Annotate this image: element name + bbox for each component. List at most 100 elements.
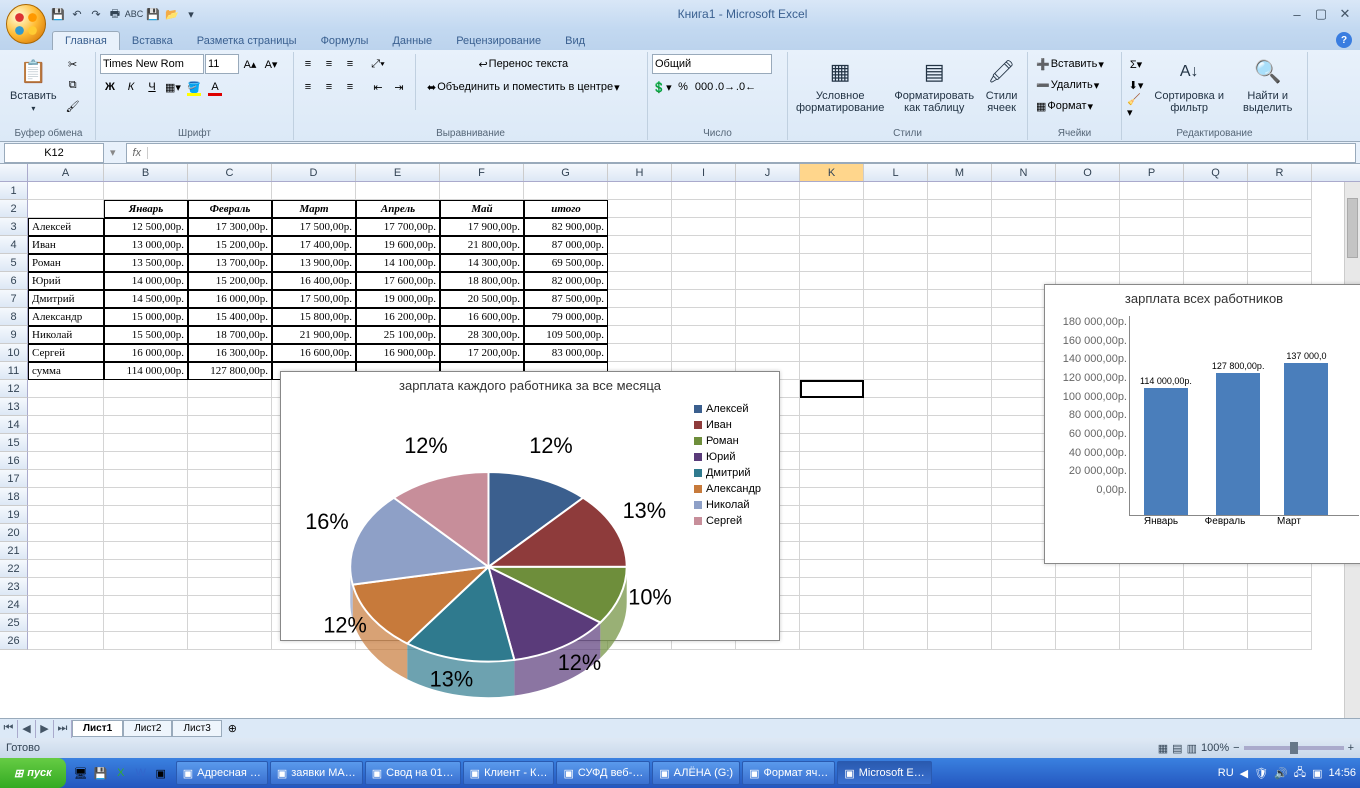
cell-K14[interactable] xyxy=(800,416,864,434)
cell-I1[interactable] xyxy=(672,182,736,200)
cell-R23[interactable] xyxy=(1248,578,1312,596)
select-all-corner[interactable] xyxy=(0,164,28,181)
cell-G9[interactable]: 109 500,00р. xyxy=(524,326,608,344)
row-header-4[interactable]: 4 xyxy=(0,236,28,254)
cell-B3[interactable]: 12 500,00р. xyxy=(104,218,188,236)
cell-F8[interactable]: 16 600,00р. xyxy=(440,308,524,326)
cell-I7[interactable] xyxy=(672,290,736,308)
bar-chart[interactable]: зарплата всех работников 180 000,00р.160… xyxy=(1044,284,1360,564)
cell-L2[interactable] xyxy=(864,200,928,218)
cell-C9[interactable]: 18 700,00р. xyxy=(188,326,272,344)
cell-J8[interactable] xyxy=(736,308,800,326)
ribbon-tab-Данные[interactable]: Данные xyxy=(380,32,444,50)
cell-M16[interactable] xyxy=(928,452,992,470)
cell-C17[interactable] xyxy=(188,470,272,488)
cell-C2[interactable]: Февраль xyxy=(188,200,272,218)
cell-M8[interactable] xyxy=(928,308,992,326)
cell-M2[interactable] xyxy=(928,200,992,218)
cell-K19[interactable] xyxy=(800,506,864,524)
cell-B1[interactable] xyxy=(104,182,188,200)
cell-B22[interactable] xyxy=(104,560,188,578)
cell-A2[interactable] xyxy=(28,200,104,218)
copy-icon[interactable]: ⧉ xyxy=(63,75,83,95)
row-header-13[interactable]: 13 xyxy=(0,398,28,416)
cell-A20[interactable] xyxy=(28,524,104,542)
row-header-16[interactable]: 16 xyxy=(0,452,28,470)
col-header-L[interactable]: L xyxy=(864,164,928,181)
cell-F5[interactable]: 14 300,00р. xyxy=(440,254,524,272)
cell-D2[interactable]: Март xyxy=(272,200,356,218)
cell-Q2[interactable] xyxy=(1184,200,1248,218)
restore-button[interactable]: ▢ xyxy=(1310,6,1332,22)
row-header-17[interactable]: 17 xyxy=(0,470,28,488)
cell-K20[interactable] xyxy=(800,524,864,542)
cell-P26[interactable] xyxy=(1120,632,1184,650)
ql-excel-icon[interactable]: X xyxy=(112,764,130,782)
cell-A23[interactable] xyxy=(28,578,104,596)
zoom-in-icon[interactable]: + xyxy=(1348,742,1354,754)
merge-center-button[interactable]: ⬌ Объединить и поместить в центре▾ xyxy=(422,77,625,97)
cell-P24[interactable] xyxy=(1120,596,1184,614)
minimize-button[interactable]: – xyxy=(1286,6,1308,22)
row-header-9[interactable]: 9 xyxy=(0,326,28,344)
cell-M12[interactable] xyxy=(928,380,992,398)
cell-C10[interactable]: 16 300,00р. xyxy=(188,344,272,362)
cell-P23[interactable] xyxy=(1120,578,1184,596)
tray-icon[interactable]: ◀ xyxy=(1240,767,1248,780)
cell-R25[interactable] xyxy=(1248,614,1312,632)
format-painter-icon[interactable]: 🖌 xyxy=(63,96,83,116)
cell-I10[interactable] xyxy=(672,344,736,362)
row-header-14[interactable]: 14 xyxy=(0,416,28,434)
cell-O26[interactable] xyxy=(1056,632,1120,650)
cell-N26[interactable] xyxy=(992,632,1056,650)
cell-E2[interactable]: Апрель xyxy=(356,200,440,218)
autosum-icon[interactable]: Σ▾ xyxy=(1126,54,1146,74)
cell-H2[interactable] xyxy=(608,200,672,218)
cell-I3[interactable] xyxy=(672,218,736,236)
cell-C18[interactable] xyxy=(188,488,272,506)
cell-M25[interactable] xyxy=(928,614,992,632)
cell-Q23[interactable] xyxy=(1184,578,1248,596)
row-header-6[interactable]: 6 xyxy=(0,272,28,290)
cell-F9[interactable]: 28 300,00р. xyxy=(440,326,524,344)
cell-Q25[interactable] xyxy=(1184,614,1248,632)
cell-C1[interactable] xyxy=(188,182,272,200)
cell-A10[interactable]: Сергей xyxy=(28,344,104,362)
cell-M13[interactable] xyxy=(928,398,992,416)
cell-B5[interactable]: 13 500,00р. xyxy=(104,254,188,272)
ql-desktop-icon[interactable]: 🖥 xyxy=(72,764,90,782)
find-select-button[interactable]: 🔍Найти и выделить xyxy=(1232,54,1303,116)
cell-K13[interactable] xyxy=(800,398,864,416)
cell-L8[interactable] xyxy=(864,308,928,326)
cell-L15[interactable] xyxy=(864,434,928,452)
clock[interactable]: 14:56 xyxy=(1328,767,1356,779)
cell-K8[interactable] xyxy=(800,308,864,326)
col-header-K[interactable]: K xyxy=(800,164,864,181)
cell-G7[interactable]: 87 500,00р. xyxy=(524,290,608,308)
cell-G10[interactable]: 83 000,00р. xyxy=(524,344,608,362)
ql-save-icon[interactable]: 💾 xyxy=(92,764,110,782)
cell-F2[interactable]: Май xyxy=(440,200,524,218)
cell-M7[interactable] xyxy=(928,290,992,308)
cell-M5[interactable] xyxy=(928,254,992,272)
cell-K2[interactable] xyxy=(800,200,864,218)
cell-A3[interactable]: Алексей xyxy=(28,218,104,236)
cell-Q26[interactable] xyxy=(1184,632,1248,650)
border-button[interactable]: ▦▾ xyxy=(163,77,183,97)
row-header-26[interactable]: 26 xyxy=(0,632,28,650)
cell-C26[interactable] xyxy=(188,632,272,650)
cell-H3[interactable] xyxy=(608,218,672,236)
cell-K15[interactable] xyxy=(800,434,864,452)
cell-R2[interactable] xyxy=(1248,200,1312,218)
cell-M3[interactable] xyxy=(928,218,992,236)
cell-L21[interactable] xyxy=(864,542,928,560)
row-header-5[interactable]: 5 xyxy=(0,254,28,272)
cell-G5[interactable]: 69 500,00р. xyxy=(524,254,608,272)
col-header-A[interactable]: A xyxy=(28,164,104,181)
cell-L19[interactable] xyxy=(864,506,928,524)
sheet-nav-prev-icon[interactable]: ◀ xyxy=(18,720,36,738)
cell-B15[interactable] xyxy=(104,434,188,452)
italic-button[interactable]: К xyxy=(121,77,141,97)
close-button[interactable]: ✕ xyxy=(1334,6,1356,22)
cell-F1[interactable] xyxy=(440,182,524,200)
